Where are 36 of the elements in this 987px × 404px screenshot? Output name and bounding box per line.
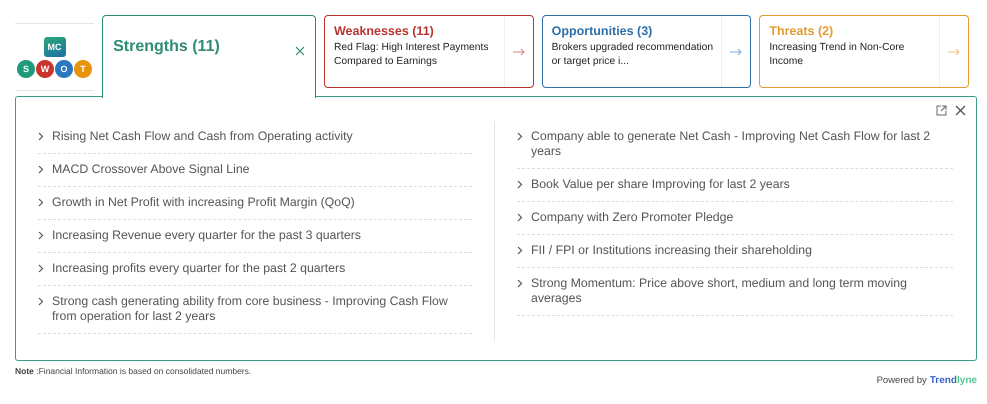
close-icon[interactable]: [294, 46, 305, 56]
chevron-icon: [517, 279, 523, 288]
footnote: Note :Financial Information is based on consolidated numbers.: [15, 366, 252, 378]
swot-tab[interactable]: Weaknesses (11) Red Flag: High Interest Payments Compared to Earnings: [324, 15, 534, 88]
brand-logo[interactable]: Trendlyne: [930, 375, 977, 386]
strength-item: Strong Momentum: Price above short, medium and long term moving averages: [531, 276, 908, 306]
chevron-icon: [38, 264, 44, 273]
strength-item: Increasing profits every quarter for the past 2 quarters: [52, 261, 346, 276]
chevron-icon: [38, 132, 44, 141]
chevron-icon: [517, 246, 523, 255]
strength-item: Book Value per share Improving for last 2 years: [531, 177, 790, 192]
chevron-icon: [38, 165, 44, 174]
strength-item: Strong cash generating ability from core business - Improving Cash Flow from operation for last 2 years: [52, 294, 449, 324]
strength-item: Company able to generate Net Cash - Improving Net Cash Flow for last 2 years: [531, 129, 932, 159]
strength-item: Company with Zero Promoter Pledge: [531, 210, 734, 225]
chevron-icon: [38, 297, 44, 306]
strength-item: Increasing Revenue every quarter for the past 3 quarters: [52, 228, 361, 243]
swot-tab[interactable]: Strengths (11): [102, 15, 316, 98]
strength-item: Rising Net Cash Flow and Cash from Operating activity: [52, 129, 353, 144]
strength-item: FII / FPI or Institutions increasing their shareholding: [531, 243, 812, 258]
arrow-icon: [948, 48, 960, 56]
swot-tab[interactable]: Opportunities (3) Brokers upgraded recommendation or target price i...: [542, 15, 752, 88]
close-icon[interactable]: [955, 105, 966, 116]
swot-logo: MC S W O T: [15, 23, 94, 91]
chevron-icon: [38, 231, 44, 240]
arrow-icon: [730, 48, 742, 56]
swot-tab[interactable]: Threats (2) Increasing Trend in Non-Core Income: [759, 15, 969, 88]
strength-item: MACD Crossover Above Signal Line: [52, 162, 250, 177]
strength-item: Growth in Net Profit with increasing Profit Margin (QoQ): [52, 195, 355, 210]
arrow-icon: [512, 48, 525, 56]
chevron-icon: [517, 180, 523, 189]
chevron-icon: [38, 198, 44, 207]
chevron-icon: [517, 132, 523, 141]
chevron-icon: [517, 213, 523, 222]
powered-by-text: Powered by: [876, 375, 927, 386]
external-link-icon[interactable]: [936, 105, 947, 116]
